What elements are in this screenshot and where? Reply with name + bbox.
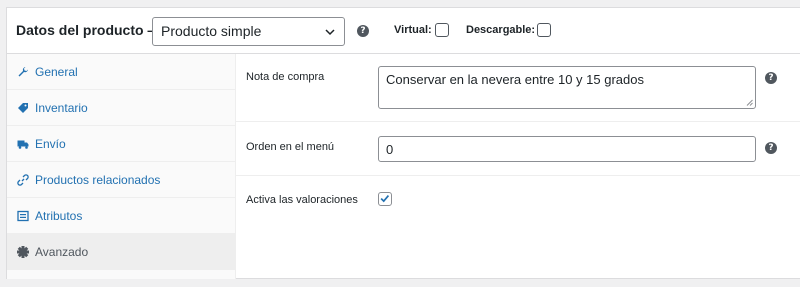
tab-general-label: General <box>35 64 78 79</box>
row-divider <box>236 175 800 176</box>
menu-order-input[interactable]: 0 <box>378 136 756 162</box>
virtual-label: Virtual: <box>394 24 432 36</box>
reviews-label: Activa las valoraciones <box>246 194 358 206</box>
purchase-note-textarea[interactable]: Conservar en la nevera entre 10 y 15 gra… <box>378 66 756 109</box>
virtual-checkbox[interactable] <box>435 23 449 37</box>
tab-avanzado[interactable]: Avanzado <box>7 234 236 270</box>
product-type-selected: Producto simple <box>161 23 262 39</box>
reviews-checkbox[interactable] <box>378 192 392 206</box>
tab-atributos[interactable]: Atributos <box>7 198 236 234</box>
menu-order-value: 0 <box>386 142 394 157</box>
product-type-select[interactable]: Producto simple <box>152 17 345 46</box>
purchase-note-value: Conservar en la nevera entre 10 y 15 gra… <box>386 72 644 87</box>
purchase-note-label: Nota de compra <box>246 71 325 83</box>
gear-icon <box>17 245 29 258</box>
tab-productos-relacionados[interactable]: Productos relacionados <box>7 162 236 198</box>
list-icon <box>17 210 29 222</box>
downloadable-checkbox[interactable] <box>537 23 551 37</box>
tab-atributos-label: Atributos <box>35 208 83 223</box>
tab-inventario-label: Inventario <box>35 100 88 115</box>
tab-general[interactable]: General <box>7 54 236 90</box>
resize-grip-icon[interactable] <box>746 99 753 106</box>
link-icon <box>17 173 29 186</box>
tab-envio-label: Envío <box>35 136 66 151</box>
tab-envio[interactable]: Envío <box>7 126 236 162</box>
purchase-note-help-icon[interactable]: ? <box>765 72 777 84</box>
wrench-icon <box>17 66 29 78</box>
chevron-down-icon <box>325 29 335 36</box>
product-data-panel: Datos del producto — Producto simple ? V… <box>6 7 800 279</box>
tab-productos-relacionados-label: Productos relacionados <box>35 172 161 187</box>
menu-order-label: Orden en el menú <box>246 141 335 153</box>
checkmark-icon <box>380 195 390 203</box>
product-data-tabs: General Inventario Envío Productos relac… <box>7 54 236 279</box>
product-type-help-icon[interactable]: ? <box>357 25 369 37</box>
product-data-title: Datos del producto — <box>16 22 162 38</box>
product-data-header: Datos del producto — Producto simple ? V… <box>7 8 800 54</box>
tab-inventario[interactable]: Inventario <box>7 90 236 126</box>
menu-order-help-icon[interactable]: ? <box>765 142 777 154</box>
tab-avanzado-label: Avanzado <box>35 244 89 259</box>
row-divider <box>236 121 800 122</box>
tag-icon <box>17 102 29 114</box>
downloadable-label: Descargable: <box>466 24 536 36</box>
truck-icon <box>17 138 29 150</box>
